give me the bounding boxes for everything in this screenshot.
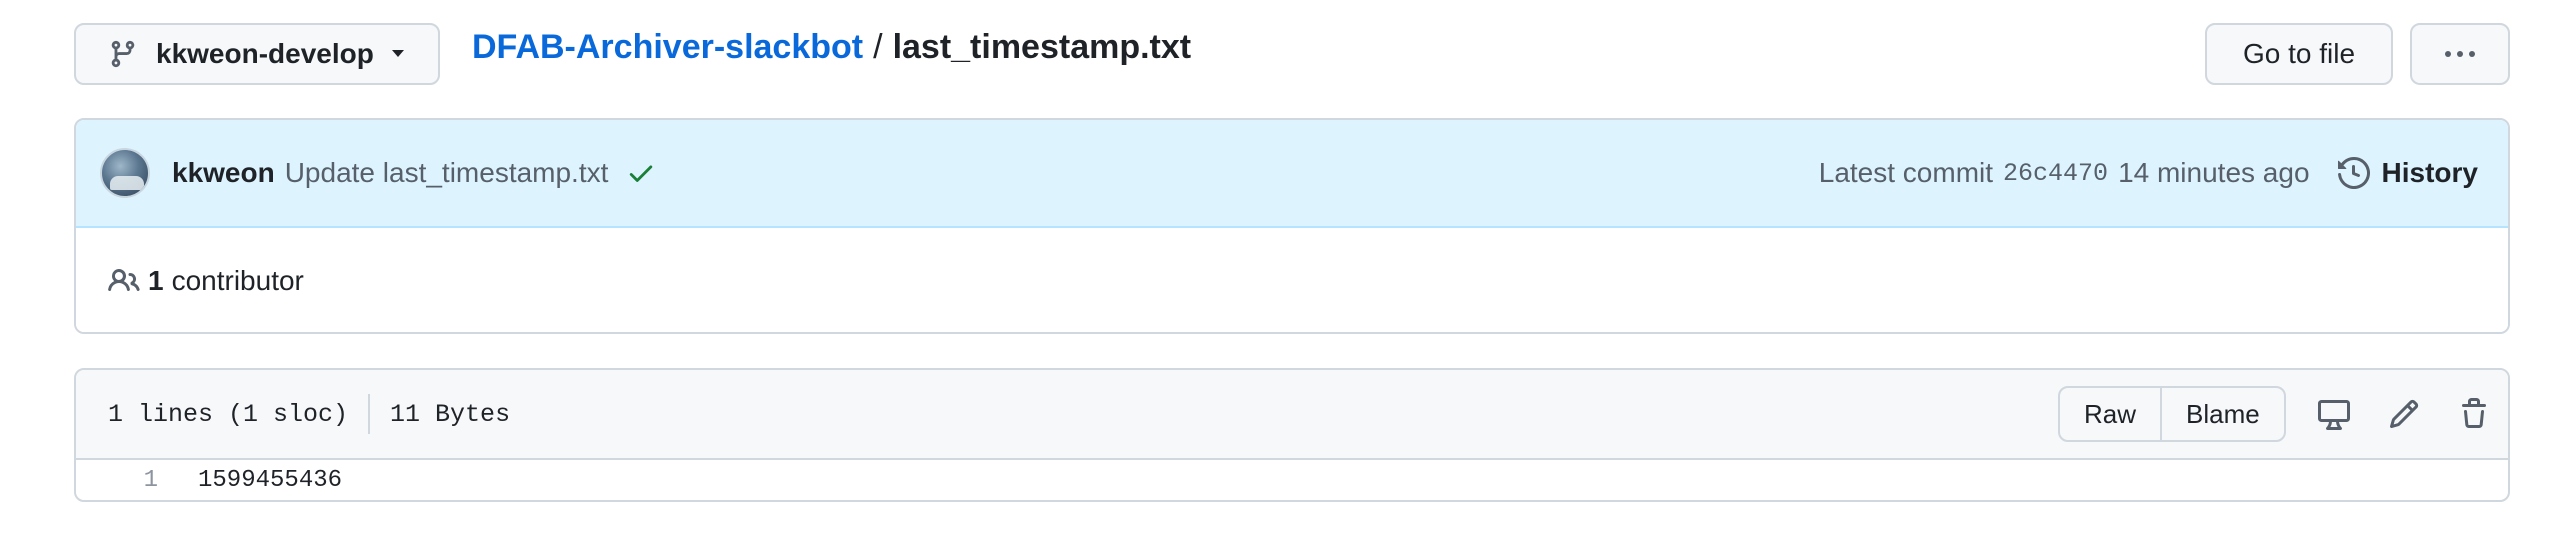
branch-name: kkweon-develop <box>156 38 374 69</box>
file-header: 1 lines (1 sloc) 11 Bytes Raw Blame <box>76 370 2508 460</box>
line-number[interactable]: 1 <box>76 467 158 494</box>
branch-selector-button[interactable]: kkweon-develop <box>74 23 440 85</box>
commit-sha[interactable]: 26c4470 <box>2003 159 2108 188</box>
caret-down-icon <box>391 50 404 57</box>
divider <box>368 394 371 434</box>
commit-message[interactable]: Update last_timestamp.txt <box>285 157 609 189</box>
avatar[interactable] <box>100 148 150 198</box>
commit-time: 14 minutes ago <box>2118 157 2310 188</box>
repo-link[interactable]: DFAB-Archiver-slackbot <box>472 28 863 67</box>
breadcrumb-separator: / <box>873 27 883 66</box>
kebab-horizontal-icon <box>2445 51 2475 57</box>
delete-file-button[interactable] <box>2454 394 2494 434</box>
history-icon <box>2337 157 2370 189</box>
git-branch-icon <box>111 40 135 68</box>
desktop-icon <box>2318 400 2350 430</box>
raw-blame-button-group: Raw Blame <box>2058 386 2286 442</box>
latest-commit-label: Latest commit <box>1818 157 1994 188</box>
contributors-row: 1 contributor <box>76 228 2508 332</box>
contributor-count: 1 <box>148 265 164 296</box>
line-content: 1599455436 <box>198 466 343 494</box>
go-to-file-button[interactable]: Go to file <box>2205 23 2393 85</box>
file-size: 11 Bytes <box>390 399 511 429</box>
history-label: History <box>2381 157 2478 188</box>
trash-icon <box>2462 398 2486 428</box>
code-line: 1 1599455436 <box>76 460 2508 500</box>
blame-button[interactable]: Blame <box>2160 388 2284 440</box>
commit-header: kkweon Update last_timestamp.txt Latest … <box>76 120 2508 228</box>
file-view-page: kkweon-develop DFAB-Archiver-slackbot / … <box>0 0 2560 558</box>
people-icon <box>108 268 140 292</box>
file-content-box: 1 lines (1 sloc) 11 Bytes Raw Blame 1 15… <box>74 368 2510 502</box>
display-desktop-button[interactable] <box>2314 394 2354 434</box>
history-button[interactable]: History <box>2337 157 2478 189</box>
file-name: last_timestamp.txt <box>892 27 1192 66</box>
contributor-label: contributor <box>171 265 304 296</box>
breadcrumb: DFAB-Archiver-slackbot / last_timestamp.… <box>472 24 1191 70</box>
latest-commit-box: kkweon Update last_timestamp.txt Latest … <box>74 118 2510 334</box>
commit-author[interactable]: kkweon <box>172 157 275 189</box>
commit-meta: Latest commit 26c4470 14 minutes ago His… <box>1819 120 2478 226</box>
more-options-button[interactable] <box>2410 23 2510 85</box>
line-count: 1 lines (1 sloc) <box>108 399 349 429</box>
raw-button[interactable]: Raw <box>2060 388 2160 440</box>
check-icon[interactable] <box>626 158 656 188</box>
pencil-icon <box>2389 399 2419 429</box>
edit-file-button[interactable] <box>2384 394 2424 434</box>
